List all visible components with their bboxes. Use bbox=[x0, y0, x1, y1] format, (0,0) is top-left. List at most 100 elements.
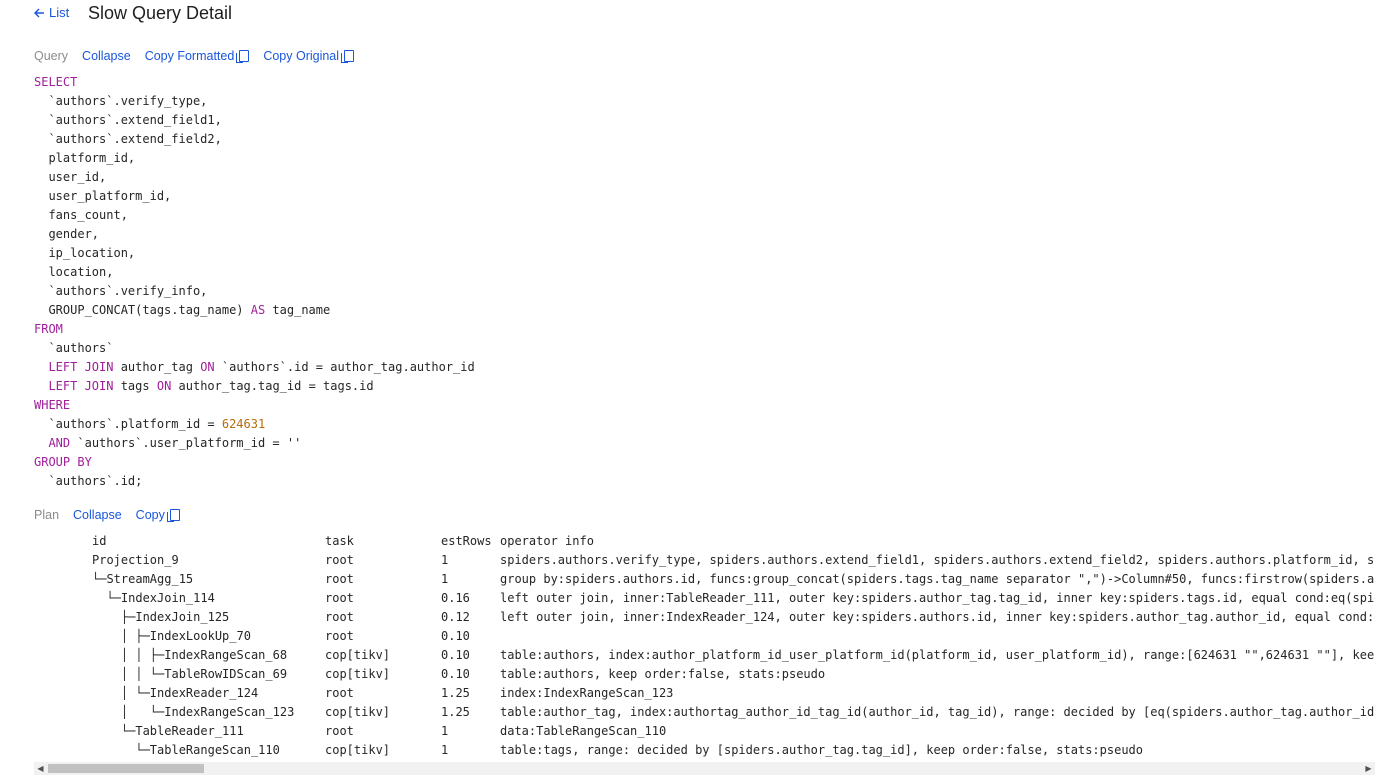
plan-cell-estrows: 1 bbox=[441, 572, 449, 586]
plan-cell-task: root bbox=[325, 572, 354, 586]
plan-row: └─TableReader_111 root 1 data:TableRangeSca… bbox=[34, 722, 1375, 741]
execution-plan-table: id task estRows operator info Projection… bbox=[34, 532, 1375, 762]
plan-cell-id: └─TableRangeScan_110 bbox=[92, 743, 280, 757]
sql-line: location, bbox=[34, 265, 113, 279]
plan-header-info: operator info bbox=[500, 534, 594, 548]
plan-cell-info: left outer join, inner:TableReader_111, … bbox=[500, 591, 1375, 605]
plan-cell-estrows: 1 bbox=[441, 553, 449, 567]
plan-cell-id: │ └─IndexRangeScan_123 bbox=[92, 705, 295, 719]
plan-cell-task: cop[tikv] bbox=[325, 667, 391, 681]
sql-text: user_id, bbox=[34, 170, 107, 184]
copy-icon bbox=[236, 50, 250, 63]
sql-line: SELECT bbox=[34, 75, 77, 89]
plan-cell-task: root bbox=[325, 591, 354, 605]
copy-formatted-button[interactable]: Copy Formatted bbox=[145, 49, 250, 63]
sql-line: `authors`.id; bbox=[34, 474, 142, 488]
sql-line: `authors` bbox=[34, 341, 113, 355]
sql-keyword: GROUP BY bbox=[34, 455, 92, 469]
plan-cell-task: root bbox=[325, 553, 354, 567]
sql-number: 624631 bbox=[221, 417, 266, 431]
sql-keyword: SELECT bbox=[34, 75, 78, 89]
plan-cell-info: table:author_tag, index:authortag_author… bbox=[500, 705, 1375, 719]
sql-text: `authors`.verify_type, bbox=[34, 94, 208, 108]
sql-text: `authors`.extend_field2, bbox=[34, 132, 222, 146]
sql-keyword: WHERE bbox=[34, 398, 71, 412]
sql-text: `authors`.platform_id = bbox=[34, 417, 222, 431]
plan-copy-button[interactable]: Copy bbox=[136, 508, 180, 522]
back-to-list-link[interactable]: List bbox=[34, 5, 69, 20]
plan-row: │ └─IndexReader_124 root 1.25 index:IndexRa… bbox=[34, 684, 1375, 703]
sql-line: GROUP BY bbox=[34, 455, 92, 469]
sql-keyword: ON bbox=[156, 379, 172, 393]
sql-line: `authors`.extend_field1, bbox=[34, 113, 222, 127]
plan-cell-info: table:authors, keep order:false, stats:p… bbox=[500, 667, 826, 681]
sql-text: platform_id, bbox=[34, 151, 136, 165]
plan-cell-task: root bbox=[325, 686, 354, 700]
caret-left-icon[interactable]: ◀ bbox=[34, 762, 47, 775]
back-label: List bbox=[49, 5, 70, 20]
scrollbar-thumb[interactable] bbox=[48, 764, 204, 773]
sql-text: author_tag.tag_id = tags.id bbox=[171, 379, 374, 393]
sql-keyword: LEFT JOIN bbox=[48, 379, 114, 393]
plan-collapse-button[interactable]: Collapse bbox=[73, 508, 122, 522]
plan-row: │ │ ├─IndexRangeScan_68 cop[tikv] 0.10 tabl… bbox=[34, 646, 1375, 665]
sql-line: gender, bbox=[34, 227, 99, 241]
plan-cell-estrows: 0.16 bbox=[441, 591, 470, 605]
query-label: Query bbox=[34, 49, 69, 63]
plan-label: Plan bbox=[34, 508, 60, 522]
sql-line: LEFT JOIN author_tag ON `authors`.id = a… bbox=[34, 360, 474, 374]
sql-line: user_platform_id, bbox=[34, 189, 171, 203]
sql-text: location, bbox=[34, 265, 114, 279]
sql-line: AND `authors`.user_platform_id = '' bbox=[34, 436, 301, 450]
caret-right-icon[interactable]: ▶ bbox=[1362, 762, 1375, 775]
sql-line: ip_location, bbox=[34, 246, 135, 260]
plan-cell-info: table:tags, range: decided by [spiders.a… bbox=[500, 743, 1143, 757]
plan-cell-info: spiders.authors.verify_type, spiders.aut… bbox=[500, 553, 1375, 567]
plan-cell-info: data:TableRangeScan_110 bbox=[500, 724, 667, 738]
plan-cell-task: root bbox=[325, 629, 354, 643]
sql-line: `authors`.platform_id = 624631 bbox=[34, 417, 265, 431]
plan-row: └─IndexJoin_114 root 0.16 left outer join, … bbox=[34, 589, 1375, 608]
plan-cell-id: Projection_9 bbox=[92, 553, 179, 567]
sql-line: FROM bbox=[34, 322, 63, 336]
query-collapse-button[interactable]: Collapse bbox=[82, 49, 131, 63]
plan-header-estrows: estRows bbox=[441, 534, 492, 548]
plan-header-task: task bbox=[325, 534, 354, 548]
plan-cell-estrows: 1.25 bbox=[441, 705, 470, 719]
plan-cell-id: │ ├─IndexLookUp_70 bbox=[92, 629, 251, 643]
sql-text: ip_location, bbox=[34, 246, 136, 260]
arrow-left-icon bbox=[34, 8, 45, 18]
plan-cell-task: cop[tikv] bbox=[325, 743, 391, 757]
plan-row: │ ├─IndexLookUp_70 root 0.10 bbox=[34, 627, 1375, 646]
sql-text: `authors`.extend_field1, bbox=[34, 113, 222, 127]
horizontal-scrollbar[interactable]: ◀ ▶ bbox=[34, 762, 1375, 775]
sql-keyword: FROM bbox=[34, 322, 63, 336]
page-header: List Slow Query Detail bbox=[0, 0, 1380, 30]
plan-cell-info: table:authors, index:author_platform_id_… bbox=[500, 648, 1375, 662]
sql-keyword: ON bbox=[200, 360, 215, 374]
copy-original-label: Copy Original bbox=[263, 49, 340, 63]
plan-cell-id: └─StreamAgg_15 bbox=[92, 572, 194, 586]
sql-line: `authors`.extend_field2, bbox=[34, 132, 222, 146]
sql-keyword: LEFT JOIN bbox=[48, 360, 114, 374]
sql-line: `authors`.verify_info, bbox=[34, 284, 207, 298]
plan-header-row: id task estRows operator info bbox=[34, 532, 1375, 551]
sql-text: `authors`.id; bbox=[34, 474, 143, 488]
sql-text: GROUP_CONCAT(tags.tag_name) bbox=[34, 303, 251, 317]
copy-original-button[interactable]: Copy Original bbox=[263, 49, 355, 63]
copy-icon bbox=[341, 50, 355, 63]
plan-row: └─TableRangeScan_110 cop[tikv] 1 table:tags… bbox=[34, 741, 1375, 760]
plan-cell-id: │ │ └─TableRowIDScan_69 bbox=[92, 667, 288, 681]
sql-text: tag_name bbox=[265, 303, 331, 317]
plan-cell-estrows: 0.10 bbox=[441, 629, 470, 643]
plan-cell-estrows: 1 bbox=[441, 743, 449, 757]
plan-cell-task: cop[tikv] bbox=[325, 705, 391, 719]
sql-code-block: SELECT `authors`.verify_type, `authors`.… bbox=[34, 73, 475, 491]
copy-formatted-label: Copy Formatted bbox=[144, 49, 235, 63]
plan-row: Projection_9 root 1 spiders.authors.verify_… bbox=[34, 551, 1375, 570]
sql-text: `authors` bbox=[34, 341, 114, 355]
plan-row: ├─IndexJoin_125 root 0.12 left outer join, … bbox=[34, 608, 1375, 627]
